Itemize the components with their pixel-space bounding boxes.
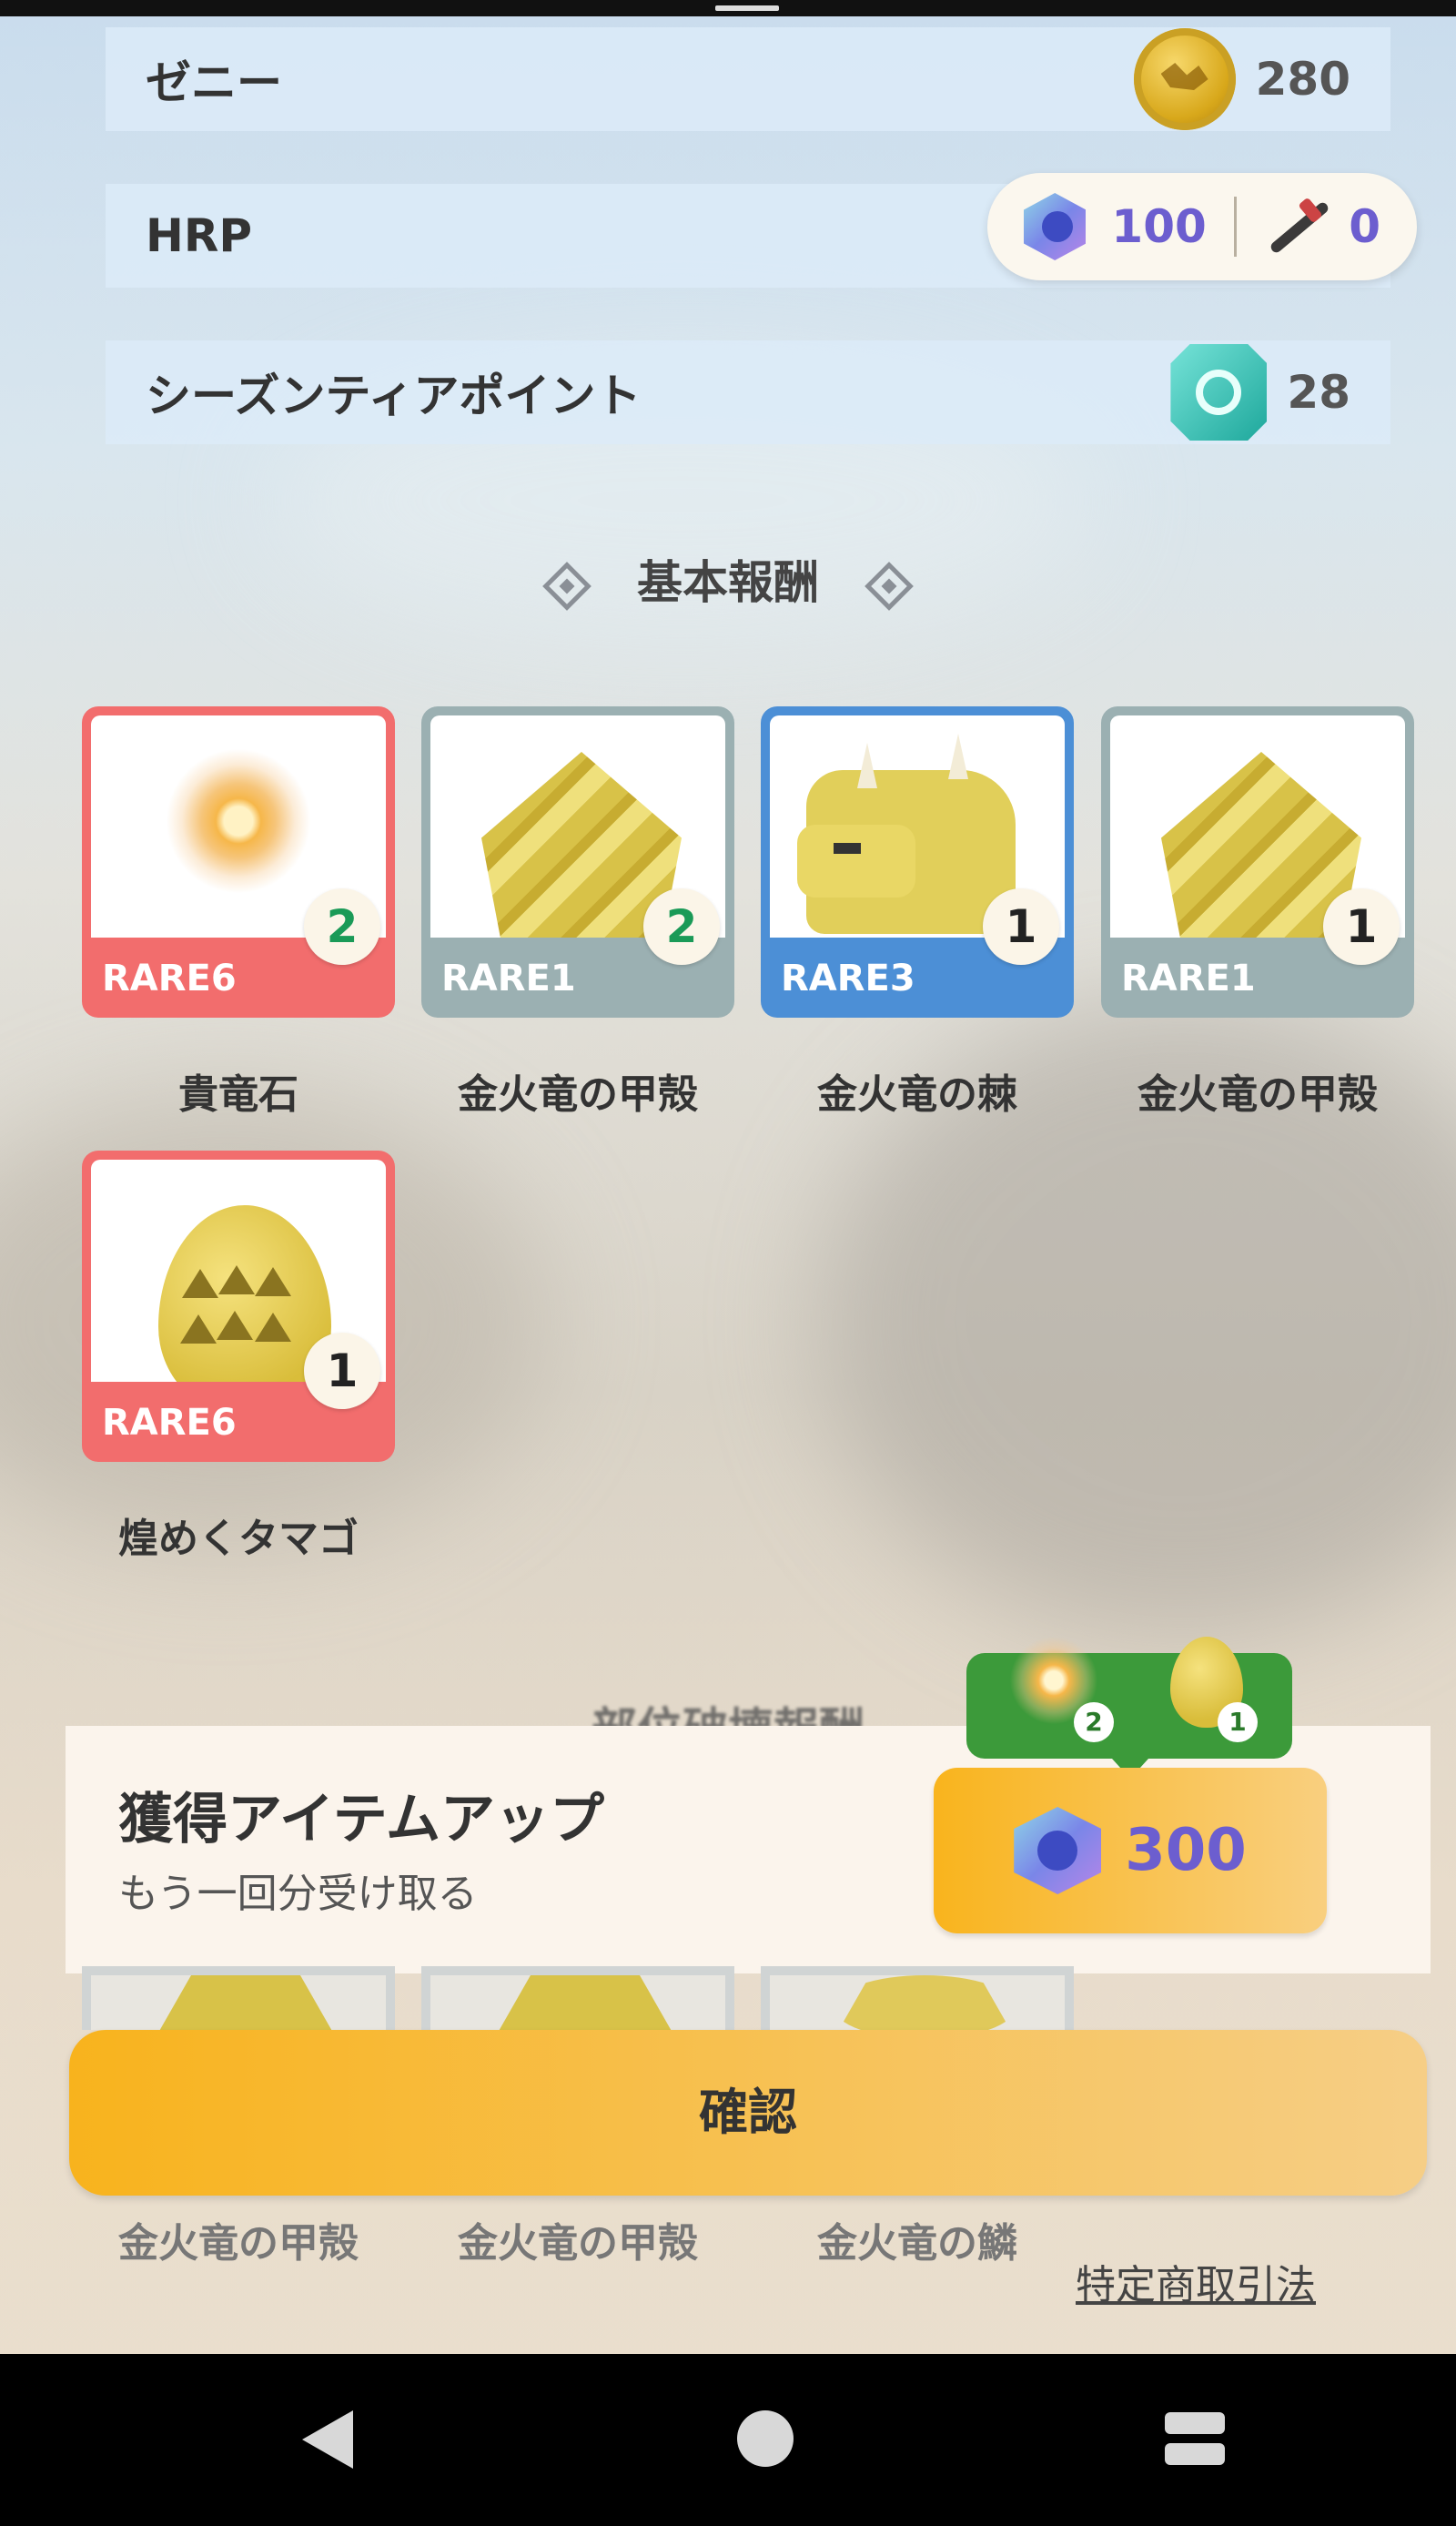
item-name: 金火竜の甲殻 <box>458 2220 698 2267</box>
count-badge: 2 <box>643 888 720 965</box>
shell-icon <box>155 1975 337 2030</box>
weapon-knife-icon <box>1264 195 1323 259</box>
preview-count-badge: 2 <box>1074 1702 1114 1742</box>
count-badge: 1 <box>983 888 1059 965</box>
android-navigation-bar <box>0 2354 1456 2526</box>
home-icon[interactable] <box>737 2410 794 2467</box>
egg-pattern <box>218 1265 255 1294</box>
egg-pattern <box>180 1314 217 1344</box>
legal-notice-link[interactable]: 特定商取引法 <box>1076 2252 1316 2310</box>
reward-card-shell-2[interactable]: RARE1 1 <box>1101 706 1414 1018</box>
preview-count-badge: 1 <box>1218 1702 1258 1742</box>
reward-card-spike[interactable]: RARE3 1 <box>761 706 1074 1018</box>
horn-shape <box>857 743 877 788</box>
count-badge: 1 <box>1323 888 1400 965</box>
item-up-purchase-button[interactable]: 300 <box>934 1768 1327 1933</box>
diamond-left-icon <box>542 561 592 611</box>
pill-divider <box>1233 197 1238 257</box>
count-badge: 2 <box>304 888 380 965</box>
hrp-balance-pill: 100 0 <box>987 173 1417 280</box>
item-up-cost: 300 <box>1125 1817 1247 1884</box>
spike-icon <box>797 770 1016 934</box>
diamond-right-icon <box>864 561 914 611</box>
zenny-value: 280 <box>1255 53 1350 106</box>
part-break-card[interactable] <box>761 1966 1074 2030</box>
egg-pattern <box>217 1311 253 1340</box>
season-tier-row: シーズンティアポイント 28 <box>106 340 1390 444</box>
season-tier-value: 28 <box>1287 366 1350 419</box>
item-name: 金火竜の甲殻 <box>458 1071 698 1118</box>
hrp-paw-icon <box>1014 1807 1102 1894</box>
item-up-subtitle: もう一回分受け取る <box>118 1871 478 1917</box>
item-name: 金火竜の甲殻 <box>1138 1071 1378 1118</box>
item-up-title: 獲得アイテムアップ <box>118 1788 604 1851</box>
reward-card-egg[interactable]: RARE6 1 <box>82 1151 395 1462</box>
reward-card-dragon-stone[interactable]: RARE6 2 <box>82 706 395 1018</box>
hrp-paw-icon <box>1024 193 1087 260</box>
shell-icon <box>494 1975 676 2030</box>
recent-apps-icon[interactable] <box>1165 2409 1225 2469</box>
item-name: 金火竜の棘 <box>817 1071 1017 1118</box>
zenny-label: ゼニー <box>146 56 282 109</box>
part-break-card[interactable] <box>82 1966 395 2030</box>
back-icon[interactable] <box>302 2410 353 2469</box>
reward-card-shell-1[interactable]: RARE1 2 <box>421 706 734 1018</box>
upsell-preview-bubble: 2 1 <box>966 1635 1292 1779</box>
confirm-button[interactable]: 確認 <box>69 2030 1427 2196</box>
zenny-coin-icon <box>1133 28 1236 130</box>
season-tier-icon <box>1170 344 1268 441</box>
basic-rewards-title-text: 基本報酬 <box>637 556 819 609</box>
count-badge: 1 <box>304 1333 380 1409</box>
item-name: 金火竜の鱗 <box>817 2220 1017 2267</box>
egg-pattern <box>255 1313 291 1342</box>
status-notch <box>715 5 779 11</box>
horn-shape <box>948 734 968 779</box>
basic-rewards-title: 基本報酬 <box>0 546 1456 612</box>
item-name: 金火竜の甲殻 <box>118 2220 359 2267</box>
egg-pattern <box>255 1267 291 1296</box>
part-break-card[interactable] <box>421 1966 734 2030</box>
item-name: 貴竜石 <box>178 1071 298 1118</box>
weapon-value: 0 <box>1349 200 1380 253</box>
status-bar <box>0 0 1456 16</box>
egg-pattern <box>182 1269 218 1298</box>
scale-icon <box>834 1975 1016 2030</box>
zenny-row: ゼニー 280 <box>106 27 1390 131</box>
hrp-value: 100 <box>1111 200 1207 253</box>
season-tier-label: シーズンティアポイント <box>146 370 642 422</box>
dragon-stone-icon <box>166 748 311 894</box>
item-name: 煌めくタマゴ <box>118 1516 359 1562</box>
